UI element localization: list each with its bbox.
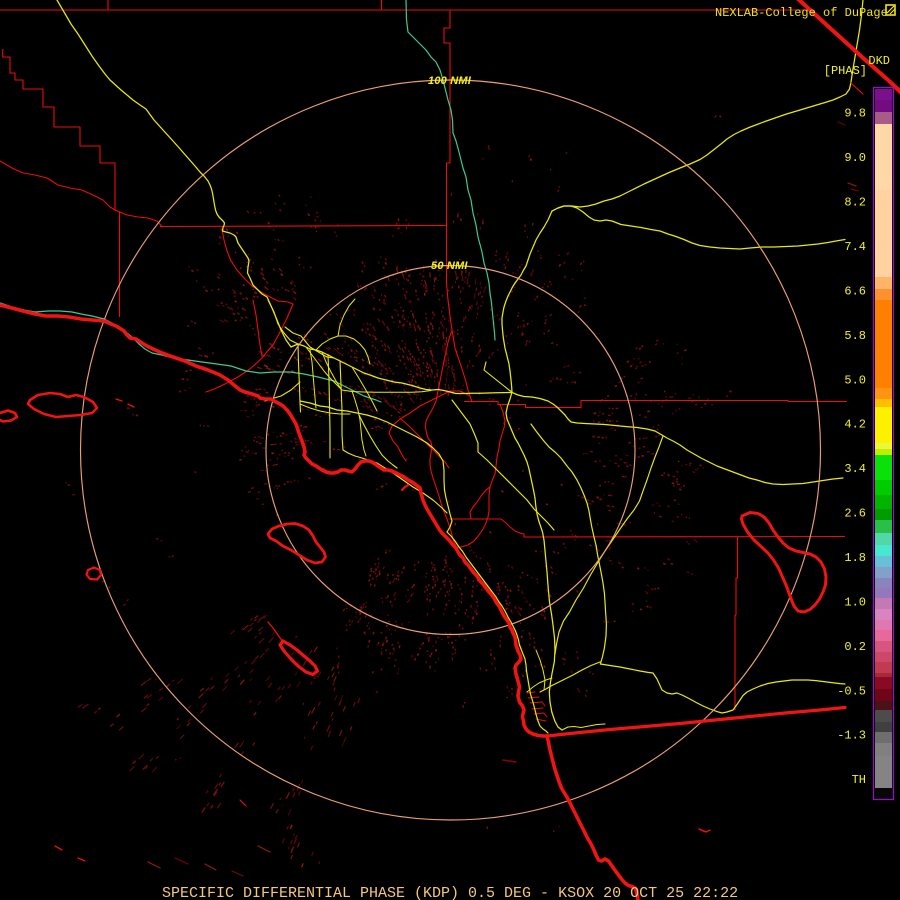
svg-text:-1.3: -1.3 [837, 729, 866, 743]
svg-text:DKD: DKD [868, 54, 890, 68]
svg-text:0.2: 0.2 [844, 640, 866, 654]
svg-text:5.0: 5.0 [844, 373, 866, 387]
svg-text:7.4: 7.4 [844, 240, 866, 254]
svg-text:100 NMI: 100 NMI [428, 75, 472, 87]
svg-text:3.4: 3.4 [844, 462, 866, 476]
svg-text:5.8: 5.8 [844, 329, 866, 343]
svg-text:50 NMI: 50 NMI [431, 260, 468, 272]
svg-text:NEXLAB-College of DuPage: NEXLAB-College of DuPage [715, 6, 888, 20]
svg-text:4.2: 4.2 [844, 418, 866, 432]
svg-text:TH: TH [852, 773, 866, 787]
svg-text:[PHAS]: [PHAS] [824, 64, 867, 78]
svg-text:6.6: 6.6 [844, 284, 866, 298]
svg-text:9.0: 9.0 [844, 151, 866, 165]
svg-text:1.8: 1.8 [844, 551, 866, 565]
svg-text:1.0: 1.0 [844, 595, 866, 609]
svg-text:8.2: 8.2 [844, 196, 866, 210]
svg-text:2.6: 2.6 [844, 507, 866, 521]
svg-text:SPECIFIC DIFFERENTIAL PHASE (K: SPECIFIC DIFFERENTIAL PHASE (KDP) 0.5 DE… [162, 885, 738, 900]
svg-text:9.8: 9.8 [844, 107, 866, 121]
svg-text:-0.5: -0.5 [837, 684, 866, 698]
